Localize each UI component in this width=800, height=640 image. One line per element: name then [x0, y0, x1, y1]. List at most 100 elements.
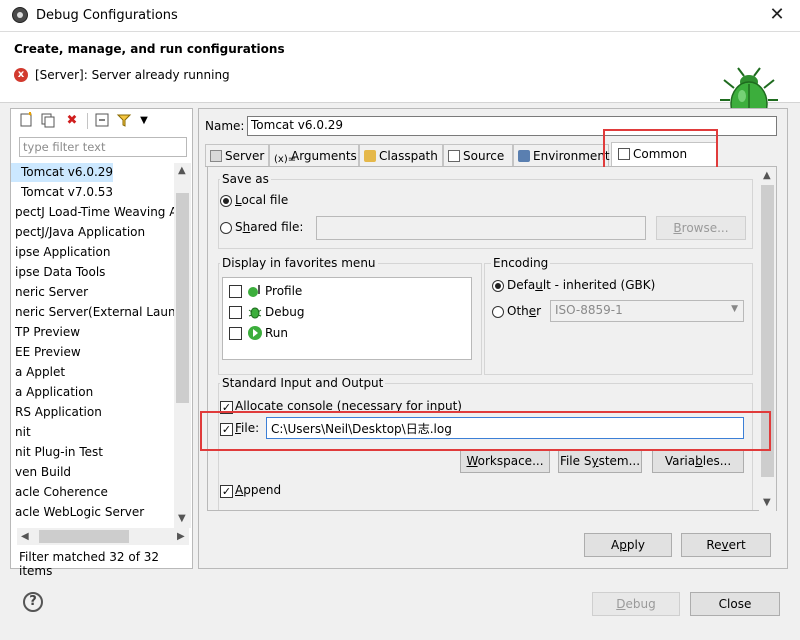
- favorite-debug-label: Debug: [265, 305, 305, 319]
- profile-icon: [248, 285, 260, 297]
- help-button[interactable]: ?: [23, 592, 43, 612]
- close-button[interactable]: Close: [690, 592, 780, 616]
- tree-item[interactable]: a Applet: [11, 363, 65, 382]
- tree-vertical-scroll-thumb[interactable]: [176, 193, 189, 403]
- tree-horizontal-scroll-thumb[interactable]: [39, 530, 129, 543]
- file-system-button[interactable]: File System...: [558, 449, 642, 473]
- configuration-tree: Tomcat v6.0.29 Tomcat v7.0.53 pectJ Load-T…: [11, 163, 174, 528]
- environment-icon: [518, 150, 530, 162]
- view-menu-chevron-icon[interactable]: ▼: [135, 112, 153, 130]
- tree-item[interactable]: pectJ Load-Time Weaving A: [11, 203, 174, 222]
- favorites-title: Display in favorites menu: [220, 256, 378, 270]
- workspace-button[interactable]: Workspace...: [460, 449, 550, 473]
- standard-io-title: Standard Input and Output: [220, 376, 386, 390]
- debug-button[interactable]: Debug: [592, 592, 680, 616]
- name-label: Name:: [205, 119, 245, 133]
- favorites-list: Profile Debug Run: [222, 277, 472, 360]
- tree-item[interactable]: nit Plug-in Test: [11, 443, 103, 462]
- default-encoding-label: Default - inherited (GBK): [507, 278, 656, 292]
- tree-item[interactable]: RS Application: [11, 403, 102, 422]
- other-encoding-radio[interactable]: [492, 306, 504, 318]
- local-file-radio[interactable]: [220, 195, 232, 207]
- tree-item[interactable]: ven Build: [11, 463, 71, 482]
- content-scroll-up-arrow-icon[interactable]: ▲: [763, 170, 771, 181]
- encoding-title: Encoding: [491, 256, 551, 270]
- title-bar: Debug Configurations ✕: [0, 0, 800, 32]
- tree-item[interactable]: neric Server(External Launc: [11, 303, 174, 322]
- favorite-run-checkbox[interactable]: [229, 327, 242, 340]
- source-icon: [448, 150, 460, 162]
- configuration-tree-panel: ✖ ▼ type filter text Tomcat v6.0.29 Tomca…: [10, 108, 193, 578]
- scroll-left-arrow-icon[interactable]: ◀: [21, 531, 29, 542]
- favorite-profile-label: Profile: [265, 284, 303, 298]
- tab-label: Environment: [533, 149, 610, 163]
- other-encoding-value: ISO-8859-1: [555, 303, 623, 317]
- classpath-icon: [364, 150, 376, 162]
- tree-item[interactable]: EE Preview: [11, 343, 81, 362]
- header-title: Create, manage, and run configurations: [14, 42, 285, 56]
- window-title: Debug Configurations: [36, 8, 178, 23]
- favorite-run-label: Run: [265, 326, 289, 340]
- duplicate-configuration-icon[interactable]: [39, 112, 57, 130]
- arguments-icon: (x)=: [274, 154, 297, 165]
- other-encoding-label: Other: [507, 304, 542, 318]
- close-window-button[interactable]: ✕: [764, 3, 790, 27]
- dialog-header: Create, manage, and run configurations x…: [0, 32, 800, 127]
- content-scroll-down-arrow-icon[interactable]: ▼: [763, 497, 771, 508]
- run-icon: [248, 326, 262, 340]
- error-icon: x: [14, 68, 28, 82]
- filter-input[interactable]: type filter text: [19, 137, 187, 157]
- apply-button[interactable]: Apply: [584, 533, 672, 557]
- scroll-down-arrow-icon[interactable]: ▼: [178, 513, 186, 524]
- server-icon: [210, 150, 222, 162]
- favorite-profile-checkbox[interactable]: [229, 285, 242, 298]
- new-configuration-icon[interactable]: [17, 112, 35, 130]
- scroll-up-arrow-icon[interactable]: ▲: [178, 165, 186, 176]
- tab-arguments[interactable]: (x)=Arguments: [269, 144, 359, 166]
- variables-button[interactable]: Variables...: [652, 449, 744, 473]
- tab-server[interactable]: Server: [205, 144, 269, 166]
- tab-label: Server: [225, 149, 265, 163]
- other-encoding-select[interactable]: ISO-8859-1 ▼: [550, 300, 744, 322]
- local-file-label: Local file: [235, 193, 289, 207]
- eclipse-app-icon: [12, 7, 28, 23]
- tree-item[interactable]: ipse Data Tools: [11, 263, 105, 282]
- tree-item[interactable]: acle WebLogic Server: [11, 503, 144, 522]
- tree-item[interactable]: pectJ/Java Application: [11, 223, 145, 242]
- tree-item[interactable]: nit: [11, 423, 31, 442]
- revert-button[interactable]: Revert: [681, 533, 771, 557]
- shared-file-radio[interactable]: [220, 222, 232, 234]
- tree-item[interactable]: Tomcat v6.0.29: [11, 163, 114, 182]
- configuration-editor-panel: Name: Tomcat v6.0.29 Server (x)=Argument…: [198, 108, 788, 569]
- filter-configurations-icon[interactable]: [115, 112, 133, 130]
- shared-file-input[interactable]: [316, 216, 646, 240]
- tree-item[interactable]: acle Coherence: [11, 483, 108, 502]
- toolbar-divider: [87, 113, 88, 129]
- shared-file-label: Shared file:: [235, 220, 304, 234]
- debug-icon: [248, 307, 262, 319]
- default-encoding-radio[interactable]: [492, 280, 504, 292]
- save-as-title: Save as: [220, 172, 271, 186]
- browse-button[interactable]: Browse...: [656, 216, 746, 240]
- collapse-all-icon[interactable]: [93, 112, 111, 130]
- highlight-box-file-row: [200, 411, 771, 451]
- common-tab-content: Save as Local file Shared file: Browse..…: [207, 167, 777, 511]
- tab-source[interactable]: Source: [443, 144, 513, 166]
- tab-environment[interactable]: Environment: [513, 144, 610, 166]
- tab-label: Classpath: [379, 149, 438, 163]
- scroll-right-arrow-icon[interactable]: ▶: [177, 531, 185, 542]
- append-label: Append: [235, 483, 282, 497]
- dropdown-chevron-icon: ▼: [731, 304, 738, 314]
- delete-configuration-icon[interactable]: ✖: [63, 112, 81, 130]
- tree-item[interactable]: TP Preview: [11, 323, 80, 342]
- filter-status-text: Filter matched 32 of 32 items: [19, 550, 160, 578]
- tab-classpath[interactable]: Classpath: [359, 144, 443, 166]
- header-message: [Server]: Server already running: [35, 68, 230, 82]
- tab-label: Arguments: [291, 149, 357, 163]
- tree-item[interactable]: neric Server: [11, 283, 88, 302]
- append-checkbox[interactable]: ✓: [220, 485, 233, 498]
- tree-item[interactable]: a Application: [11, 383, 93, 402]
- tree-item[interactable]: Tomcat v7.0.53: [11, 183, 113, 202]
- tree-item[interactable]: ipse Application: [11, 243, 110, 262]
- favorite-debug-checkbox[interactable]: [229, 306, 242, 319]
